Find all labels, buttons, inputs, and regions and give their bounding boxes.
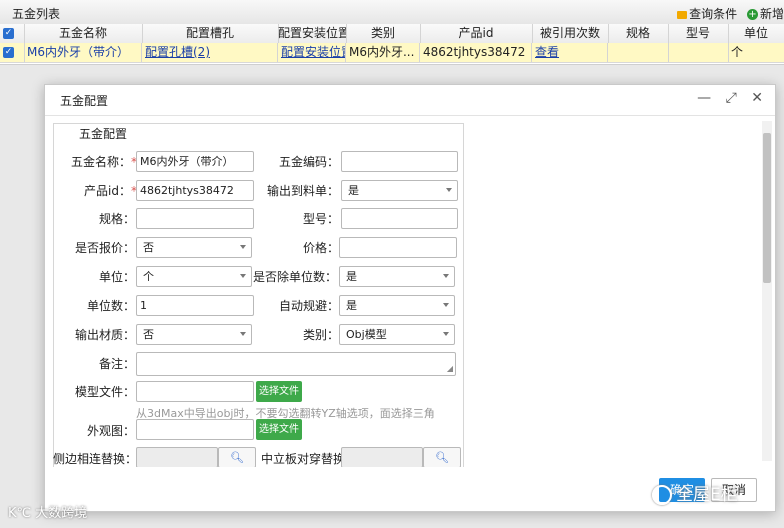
price-field[interactable] xyxy=(339,237,457,258)
select-all-checkbox[interactable]: ✓ xyxy=(0,24,25,43)
output-material-label: 输出材质： xyxy=(74,328,135,342)
appearance-field[interactable] xyxy=(136,419,254,440)
dialog-title: 五金配置 xyxy=(60,94,109,108)
side-replace-label: 侧边相连替换： xyxy=(53,452,138,466)
hardware-list-panel: 五金列表 查询条件 + 新增 ✓ 五金名称 配置槽孔 配置安装位置 类别 产品id… xyxy=(0,0,784,65)
auto-avoid-select[interactable]: 是 xyxy=(339,295,455,316)
product-id-label: 产品id：* xyxy=(84,184,137,198)
col-header-spec[interactable]: 规格 xyxy=(608,24,669,43)
auto-avoid-label: 自动规避： xyxy=(278,299,339,313)
col-header-product-id[interactable]: 产品id xyxy=(420,24,533,43)
row-unit: 个 xyxy=(731,45,744,59)
watermark-left: K℃ 大数跨境 xyxy=(8,506,88,521)
col-header-ref[interactable]: 被引用次数 xyxy=(532,24,609,43)
spec-label: 规格： xyxy=(98,212,135,226)
panel-toolbar: 查询条件 + 新增 xyxy=(671,5,784,22)
name-label: 五金名称：* xyxy=(70,155,137,169)
price-label: 价格： xyxy=(302,241,339,255)
search-icon: 🔍︎ xyxy=(435,451,449,464)
dialog-header: 五金配置 — ⤢ ✕ xyxy=(45,85,775,116)
table-row[interactable]: ✓ M6内外牙（带介） 配置孔槽(2) 配置安装位置 M6内外牙... 4862… xyxy=(0,43,784,63)
dropdown-arrow-icon xyxy=(240,332,246,336)
col-header-model[interactable]: 型号 xyxy=(668,24,729,43)
checkbox-icon: ✓ xyxy=(3,47,14,58)
middle-replace-field[interactable] xyxy=(341,447,423,467)
code-label: 五金编码： xyxy=(278,155,339,169)
row-category: M6内外牙... xyxy=(346,43,420,62)
model-label: 型号： xyxy=(302,212,339,226)
dialog-scrollbar[interactable] xyxy=(762,121,772,461)
spec-field[interactable] xyxy=(136,208,254,229)
dropdown-arrow-icon xyxy=(443,274,449,278)
row-install-link[interactable]: 配置安装位置 xyxy=(278,43,346,62)
remark-textarea[interactable]: ◢ xyxy=(136,352,456,376)
watermark-right: 全屋E柜 xyxy=(652,480,738,505)
name-field[interactable]: M6内外牙（带介） xyxy=(136,151,254,172)
minimize-icon[interactable]: — xyxy=(697,90,711,106)
code-field[interactable] xyxy=(341,151,458,172)
dialog-body: 五金配置 五金名称：* M6内外牙（带介） 五金编码： 产品id：* 4862t… xyxy=(53,117,757,467)
middle-replace-label: 中立板对穿替换： xyxy=(261,452,358,466)
remark-label: 备注： xyxy=(98,357,135,371)
output-bom-label: 输出到料单： xyxy=(266,184,339,198)
col-header-slot[interactable]: 配置槽孔 xyxy=(142,24,279,43)
unit-count-label: 单位数： xyxy=(86,299,135,313)
dropdown-arrow-icon xyxy=(240,274,246,278)
search-icon: 🔍︎ xyxy=(230,451,244,464)
row-ref-link[interactable]: 查看 xyxy=(532,43,608,62)
col-header-install[interactable]: 配置安装位置 xyxy=(278,24,347,43)
quote-label: 是否报价： xyxy=(74,241,135,255)
middle-replace-search-button[interactable]: 🔍︎ xyxy=(423,447,461,467)
dropdown-arrow-icon xyxy=(443,303,449,307)
model-file-label: 模型文件： xyxy=(74,385,135,399)
panel-title: 五金列表 xyxy=(12,7,61,21)
dropdown-arrow-icon xyxy=(240,245,246,249)
col-header-unit[interactable]: 单位 xyxy=(728,24,784,43)
row-model xyxy=(668,43,729,62)
unit-select[interactable]: 个 xyxy=(136,266,252,287)
row-name-link[interactable]: M6内外牙（带介） xyxy=(24,43,142,62)
output-bom-select[interactable]: 是 xyxy=(341,180,458,201)
query-button[interactable]: 查询条件 xyxy=(677,5,737,22)
scrollbar-thumb[interactable] xyxy=(763,133,771,283)
model-file-choose-button[interactable]: 选择文件 xyxy=(256,381,302,402)
col-header-name[interactable]: 五金名称 xyxy=(24,24,143,43)
panel-header: 五金列表 查询条件 + 新增 xyxy=(0,0,784,25)
unit-count-field[interactable]: 1 xyxy=(136,295,254,316)
side-replace-search-button[interactable]: 🔍︎ xyxy=(218,447,256,467)
close-icon[interactable]: ✕ xyxy=(751,90,763,106)
row-slot-link[interactable]: 配置孔槽(2) xyxy=(142,43,278,62)
dropdown-arrow-icon xyxy=(446,188,452,192)
unit-label: 单位： xyxy=(98,270,135,284)
quote-select[interactable]: 否 xyxy=(136,237,252,258)
row-product-id: 4862tjhtys38472 xyxy=(420,43,532,62)
row-checkbox[interactable]: ✓ xyxy=(0,43,25,62)
col-header-category[interactable]: 类别 xyxy=(346,24,421,43)
model-field[interactable] xyxy=(341,208,458,229)
checkbox-icon: ✓ xyxy=(3,28,14,39)
query-icon xyxy=(677,10,688,19)
output-material-select[interactable]: 否 xyxy=(136,324,252,345)
side-replace-field[interactable] xyxy=(136,447,218,467)
wechat-icon xyxy=(652,485,672,505)
category-label: 类别： xyxy=(302,328,339,342)
appearance-choose-button[interactable]: 选择文件 xyxy=(256,419,302,440)
maximize-icon[interactable]: ⤢ xyxy=(726,90,737,106)
add-button[interactable]: + 新增 xyxy=(746,5,784,22)
group-title: 五金配置 xyxy=(75,125,132,142)
row-spec xyxy=(608,43,669,62)
model-file-field[interactable] xyxy=(136,381,254,402)
divide-unit-select[interactable]: 是 xyxy=(339,266,455,287)
product-id-field[interactable]: 4862tjhtys38472 xyxy=(136,180,254,201)
add-icon: + xyxy=(746,9,758,20)
dropdown-arrow-icon xyxy=(443,332,449,336)
resize-grip-icon[interactable]: ◢ xyxy=(447,365,453,373)
appearance-label: 外观图： xyxy=(86,424,135,438)
grid-header: ✓ 五金名称 配置槽孔 配置安装位置 类别 产品id 被引用次数 规格 型号 单… xyxy=(0,24,784,44)
category-select[interactable]: Obj模型 xyxy=(339,324,455,345)
divide-unit-label: 是否除单位数： xyxy=(252,270,337,284)
hardware-config-dialog: 五金配置 — ⤢ ✕ 五金配置 五金名称：* M6内外牙（带介） 五金编码： 产… xyxy=(44,84,776,512)
